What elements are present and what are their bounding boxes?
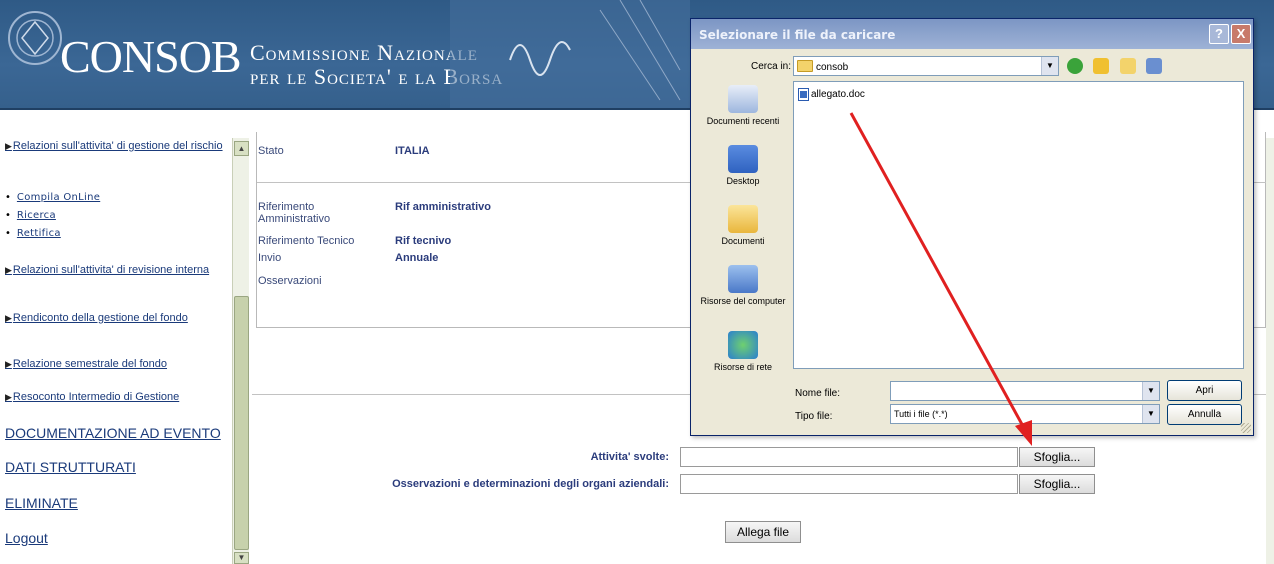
view-menu-icon[interactable] — [1146, 57, 1163, 74]
triangle-right-icon: ▶ — [5, 141, 12, 151]
computer-icon — [728, 265, 758, 293]
banner-decoration — [450, 0, 690, 108]
nav-logout[interactable]: Logout — [5, 530, 48, 546]
place-network[interactable]: Risorse di rete — [695, 331, 791, 372]
close-button[interactable]: X — [1231, 24, 1251, 44]
label-osservazioni: Osservazioni — [258, 275, 322, 287]
nav-item-relazione-semestrale[interactable]: ▶Relazione semestrale del fondo — [5, 358, 225, 371]
nav-bullet-compila[interactable]: • Compila OnLine — [5, 192, 100, 203]
attach-file-button[interactable]: Allega file — [725, 521, 801, 543]
documents-folder-icon — [728, 205, 758, 233]
filetype-label: Tipo file: — [795, 411, 833, 422]
triangle-right-icon: ▶ — [5, 392, 12, 402]
nav-bullet-ricerca[interactable]: • Ricerca — [5, 210, 56, 221]
attivita-label: Attivita' svolte: — [590, 451, 669, 463]
value-rif-amministrativo: Rif amministrativo — [395, 201, 491, 213]
right-scrollbar[interactable] — [1266, 138, 1274, 564]
help-button[interactable]: ? — [1209, 24, 1229, 44]
place-desktop[interactable]: Desktop — [695, 145, 791, 186]
place-documents[interactable]: Documenti — [695, 205, 791, 246]
desktop-icon — [728, 145, 758, 173]
osservazioni-label: Osservazioni e determinazioni degli orga… — [392, 478, 669, 490]
filetype-select[interactable]: Tutti i file (*.*) ▼ — [890, 404, 1160, 424]
attivita-browse-button[interactable]: Sfoglia... — [1019, 447, 1095, 467]
word-document-icon — [798, 88, 809, 101]
scroll-up-icon[interactable]: ▲ — [234, 141, 249, 156]
nav-bullet-rettifica[interactable]: • Rettifica — [5, 228, 61, 239]
folder-icon — [797, 59, 813, 72]
nav-dati-strutturati[interactable]: DATI STRUTTURATI — [5, 459, 136, 475]
file-list[interactable]: allegato.doc — [793, 81, 1244, 369]
look-in-select[interactable]: consob ▼ — [793, 56, 1059, 76]
nav-scrollbar[interactable]: ▲ ▼ — [232, 138, 249, 564]
file-dialog: Selezionare il file da caricare ? X Cerc… — [690, 18, 1254, 436]
osservazioni-file-input[interactable] — [680, 474, 1018, 494]
page: CONSOB Commissione Nazionale per le Soci… — [0, 0, 1274, 564]
cancel-button[interactable]: Annulla — [1167, 404, 1242, 425]
scroll-thumb[interactable] — [234, 296, 249, 550]
triangle-right-icon: ▶ — [5, 265, 12, 275]
nav-item-rendiconto[interactable]: ▶Rendiconto della gestione del fondo — [5, 312, 205, 325]
places-bar: Documenti recenti Desktop Documenti Riso… — [695, 81, 791, 411]
up-folder-icon[interactable] — [1093, 57, 1110, 74]
filename-label: Nome file: — [795, 388, 841, 399]
back-icon[interactable] — [1067, 57, 1083, 74]
label-rif-amministrativo: Riferimento Amministrativo — [258, 201, 331, 225]
nav-eliminate[interactable]: ELIMINATE — [5, 495, 78, 511]
nav-documentazione[interactable]: DOCUMENTAZIONE AD EVENTO — [5, 425, 221, 441]
value-rif-tecnico: Rif tecnivo — [395, 235, 452, 247]
filename-input[interactable]: ▼ — [890, 381, 1160, 401]
place-recent[interactable]: Documenti recenti — [695, 85, 791, 126]
nav-item-gestione-rischio[interactable]: ▶Relazioni sull'attivita' di gestione de… — [5, 140, 225, 153]
value-invio: Annuale — [395, 252, 439, 264]
osservazioni-browse-button[interactable]: Sfoglia... — [1019, 474, 1095, 494]
label-stato: Stato — [258, 145, 284, 157]
scroll-down-icon[interactable]: ▼ — [234, 552, 249, 564]
label-invio: Invio — [258, 252, 282, 264]
chevron-down-icon[interactable]: ▼ — [1142, 405, 1159, 423]
consob-emblem-icon — [8, 11, 62, 65]
chevron-down-icon[interactable]: ▼ — [1041, 57, 1058, 75]
triangle-right-icon: ▶ — [5, 359, 12, 369]
clock-icon — [728, 85, 758, 113]
dialog-titlebar[interactable]: Selezionare il file da caricare ? X — [691, 19, 1253, 49]
nav-item-resoconto[interactable]: ▶Resoconto Intermedio di Gestione — [5, 391, 231, 404]
dialog-toolbar — [1067, 57, 1177, 75]
place-computer[interactable]: Risorse del computer — [695, 265, 791, 306]
new-folder-icon[interactable] — [1119, 57, 1136, 74]
file-item[interactable]: allegato.doc — [798, 88, 865, 101]
banner-logo: CONSOB — [60, 31, 242, 82]
network-globe-icon — [728, 331, 758, 359]
chevron-down-icon[interactable]: ▼ — [1142, 382, 1159, 400]
label-rif-tecnico: Riferimento Tecnico — [258, 235, 355, 247]
look-in-label: Cerca in: — [751, 61, 792, 72]
dialog-title: Selezionare il file da caricare — [699, 28, 896, 42]
resize-grip-icon[interactable] — [1241, 423, 1251, 433]
left-nav: ▶Relazioni sull'attivita' di gestione de… — [0, 112, 232, 564]
attivita-file-input[interactable] — [680, 447, 1018, 467]
nav-item-revisione-interna[interactable]: ▶Relazioni sull'attivita' di revisione i… — [5, 264, 225, 277]
open-button[interactable]: Apri — [1167, 380, 1242, 401]
banner-subtitle-1: Commissione Nazionale — [250, 40, 478, 65]
value-stato: ITALIA — [395, 145, 430, 157]
triangle-right-icon: ▶ — [5, 313, 12, 323]
